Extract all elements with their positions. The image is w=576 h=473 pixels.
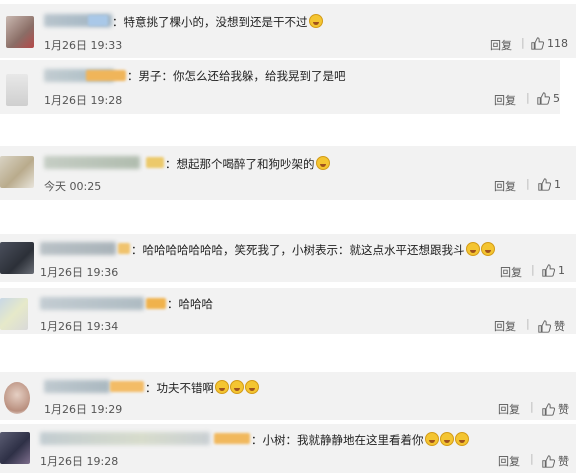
- reply-button[interactable]: 回复: [498, 453, 520, 469]
- username[interactable]: [40, 297, 144, 310]
- comment-time: 1月26日 19:34: [40, 320, 119, 333]
- avatar[interactable]: [0, 156, 34, 188]
- avatar[interactable]: [6, 74, 28, 106]
- like-button[interactable]: 118: [531, 37, 568, 50]
- laughing-emoji-icon: [315, 156, 330, 170]
- reply-button[interactable]: 回复: [494, 318, 516, 334]
- like-count: 118: [547, 37, 568, 50]
- comment-text: ：哈哈哈哈哈哈哈，笑死我了，小树表示：就这点水平还想跟我斗: [131, 242, 495, 257]
- reply-button[interactable]: 回复: [494, 92, 516, 108]
- comment-card: ：哈哈哈哈哈哈哈，笑死我了，小树表示：就这点水平还想跟我斗 1月26日 19:3…: [0, 234, 576, 282]
- thumbs-up-icon: [537, 92, 550, 105]
- like-button[interactable]: 53: [537, 92, 560, 105]
- avatar[interactable]: [0, 432, 30, 464]
- laughing-emoji-icon: [480, 242, 495, 256]
- avatar[interactable]: [0, 298, 28, 330]
- like-button[interactable]: 1: [542, 264, 565, 277]
- like-count: 赞: [558, 403, 569, 416]
- username[interactable]: [40, 432, 210, 445]
- laughing-emoji-icon: [245, 380, 259, 394]
- reply-button[interactable]: 回复: [490, 37, 512, 53]
- comment-time: 1月26日 19:36: [40, 266, 119, 279]
- like-button[interactable]: 赞: [538, 318, 565, 334]
- comment-text: ：想起那个喝醉了和狗吵架的: [165, 156, 330, 171]
- comment-card: ：特意挑了棵小的，没想到还是干不过 1月26日 19:33 回复 | 118: [0, 4, 576, 58]
- comment-text: ：特意挑了棵小的，没想到还是干不过: [112, 14, 323, 29]
- divider: |: [530, 400, 534, 413]
- thumbs-up-icon: [542, 454, 555, 468]
- username[interactable]: [44, 156, 140, 169]
- reply-button[interactable]: 回复: [500, 264, 522, 280]
- comment-card: ：哈哈哈 1月26日 19:34 回复 | 赞: [0, 288, 576, 334]
- username[interactable]: [44, 380, 110, 393]
- avatar[interactable]: [4, 382, 30, 414]
- comment-time: 1月26日 19:28: [40, 455, 119, 468]
- comment-text: ：男子：你怎么还给我躲，给我晃到了是吧: [127, 69, 346, 83]
- laughing-emoji-icon: [439, 432, 454, 446]
- like-count: 1: [558, 264, 565, 277]
- laughing-emoji-icon: [215, 380, 229, 394]
- laughing-emoji-icon: [454, 432, 469, 446]
- user-badge: [86, 70, 126, 81]
- divider: |: [530, 452, 534, 465]
- reply-button[interactable]: 回复: [498, 401, 520, 417]
- comment-time: 1月26日 19:33: [44, 39, 123, 52]
- like-count: 1: [554, 178, 561, 191]
- user-badge: [214, 433, 250, 444]
- divider: |: [526, 317, 530, 330]
- like-count: 赞: [558, 455, 569, 468]
- avatar[interactable]: [6, 16, 34, 48]
- comment-text: ：小树：我就静静地在这里看着你: [251, 432, 469, 447]
- like-button[interactable]: 1: [538, 178, 561, 191]
- comment-card: ：想起那个喝醉了和狗吵架的 今天 00:25 回复 | 1: [0, 146, 576, 200]
- divider: |: [531, 263, 535, 276]
- comment-time: 今天 00:25: [44, 180, 102, 193]
- laughing-emoji-icon: [465, 242, 480, 256]
- username[interactable]: [40, 242, 116, 255]
- laughing-emoji-icon: [308, 14, 323, 28]
- like-button[interactable]: 赞: [542, 401, 569, 417]
- user-badge: [146, 157, 164, 168]
- laughing-emoji-icon: [230, 380, 244, 394]
- reply-button[interactable]: 回复: [494, 178, 516, 194]
- comment-card: ：功夫不错啊 1月26日 19:29 回复 | 赞: [0, 372, 576, 420]
- comment-text: ：哈哈哈: [167, 297, 213, 311]
- avatar[interactable]: [0, 242, 34, 274]
- user-badge: [146, 298, 166, 309]
- user-badge: [88, 15, 108, 26]
- comment-time: 1月26日 19:28: [44, 94, 123, 107]
- comment-card: ：男子：你怎么还给我躲，给我晃到了是吧 1月26日 19:28 回复 | 53: [0, 60, 560, 114]
- comment-card: ：小树：我就静静地在这里看着你 1月26日 19:28 回复 | 赞: [0, 424, 576, 473]
- divider: |: [526, 91, 530, 104]
- thumbs-up-icon: [538, 319, 551, 333]
- comment-time: 1月26日 19:29: [44, 403, 123, 416]
- user-badge: [110, 381, 144, 392]
- laughing-emoji-icon: [424, 432, 439, 446]
- thumbs-up-icon: [542, 402, 555, 416]
- like-count: 53: [553, 92, 560, 105]
- comment-text: ：功夫不错啊: [145, 380, 259, 395]
- divider: |: [521, 36, 525, 49]
- like-count: 赞: [554, 320, 565, 333]
- thumbs-up-icon: [542, 264, 555, 277]
- thumbs-up-icon: [531, 37, 544, 50]
- user-badge: [118, 243, 130, 254]
- like-button[interactable]: 赞: [542, 453, 569, 469]
- thumbs-up-icon: [538, 178, 551, 191]
- divider: |: [526, 177, 530, 190]
